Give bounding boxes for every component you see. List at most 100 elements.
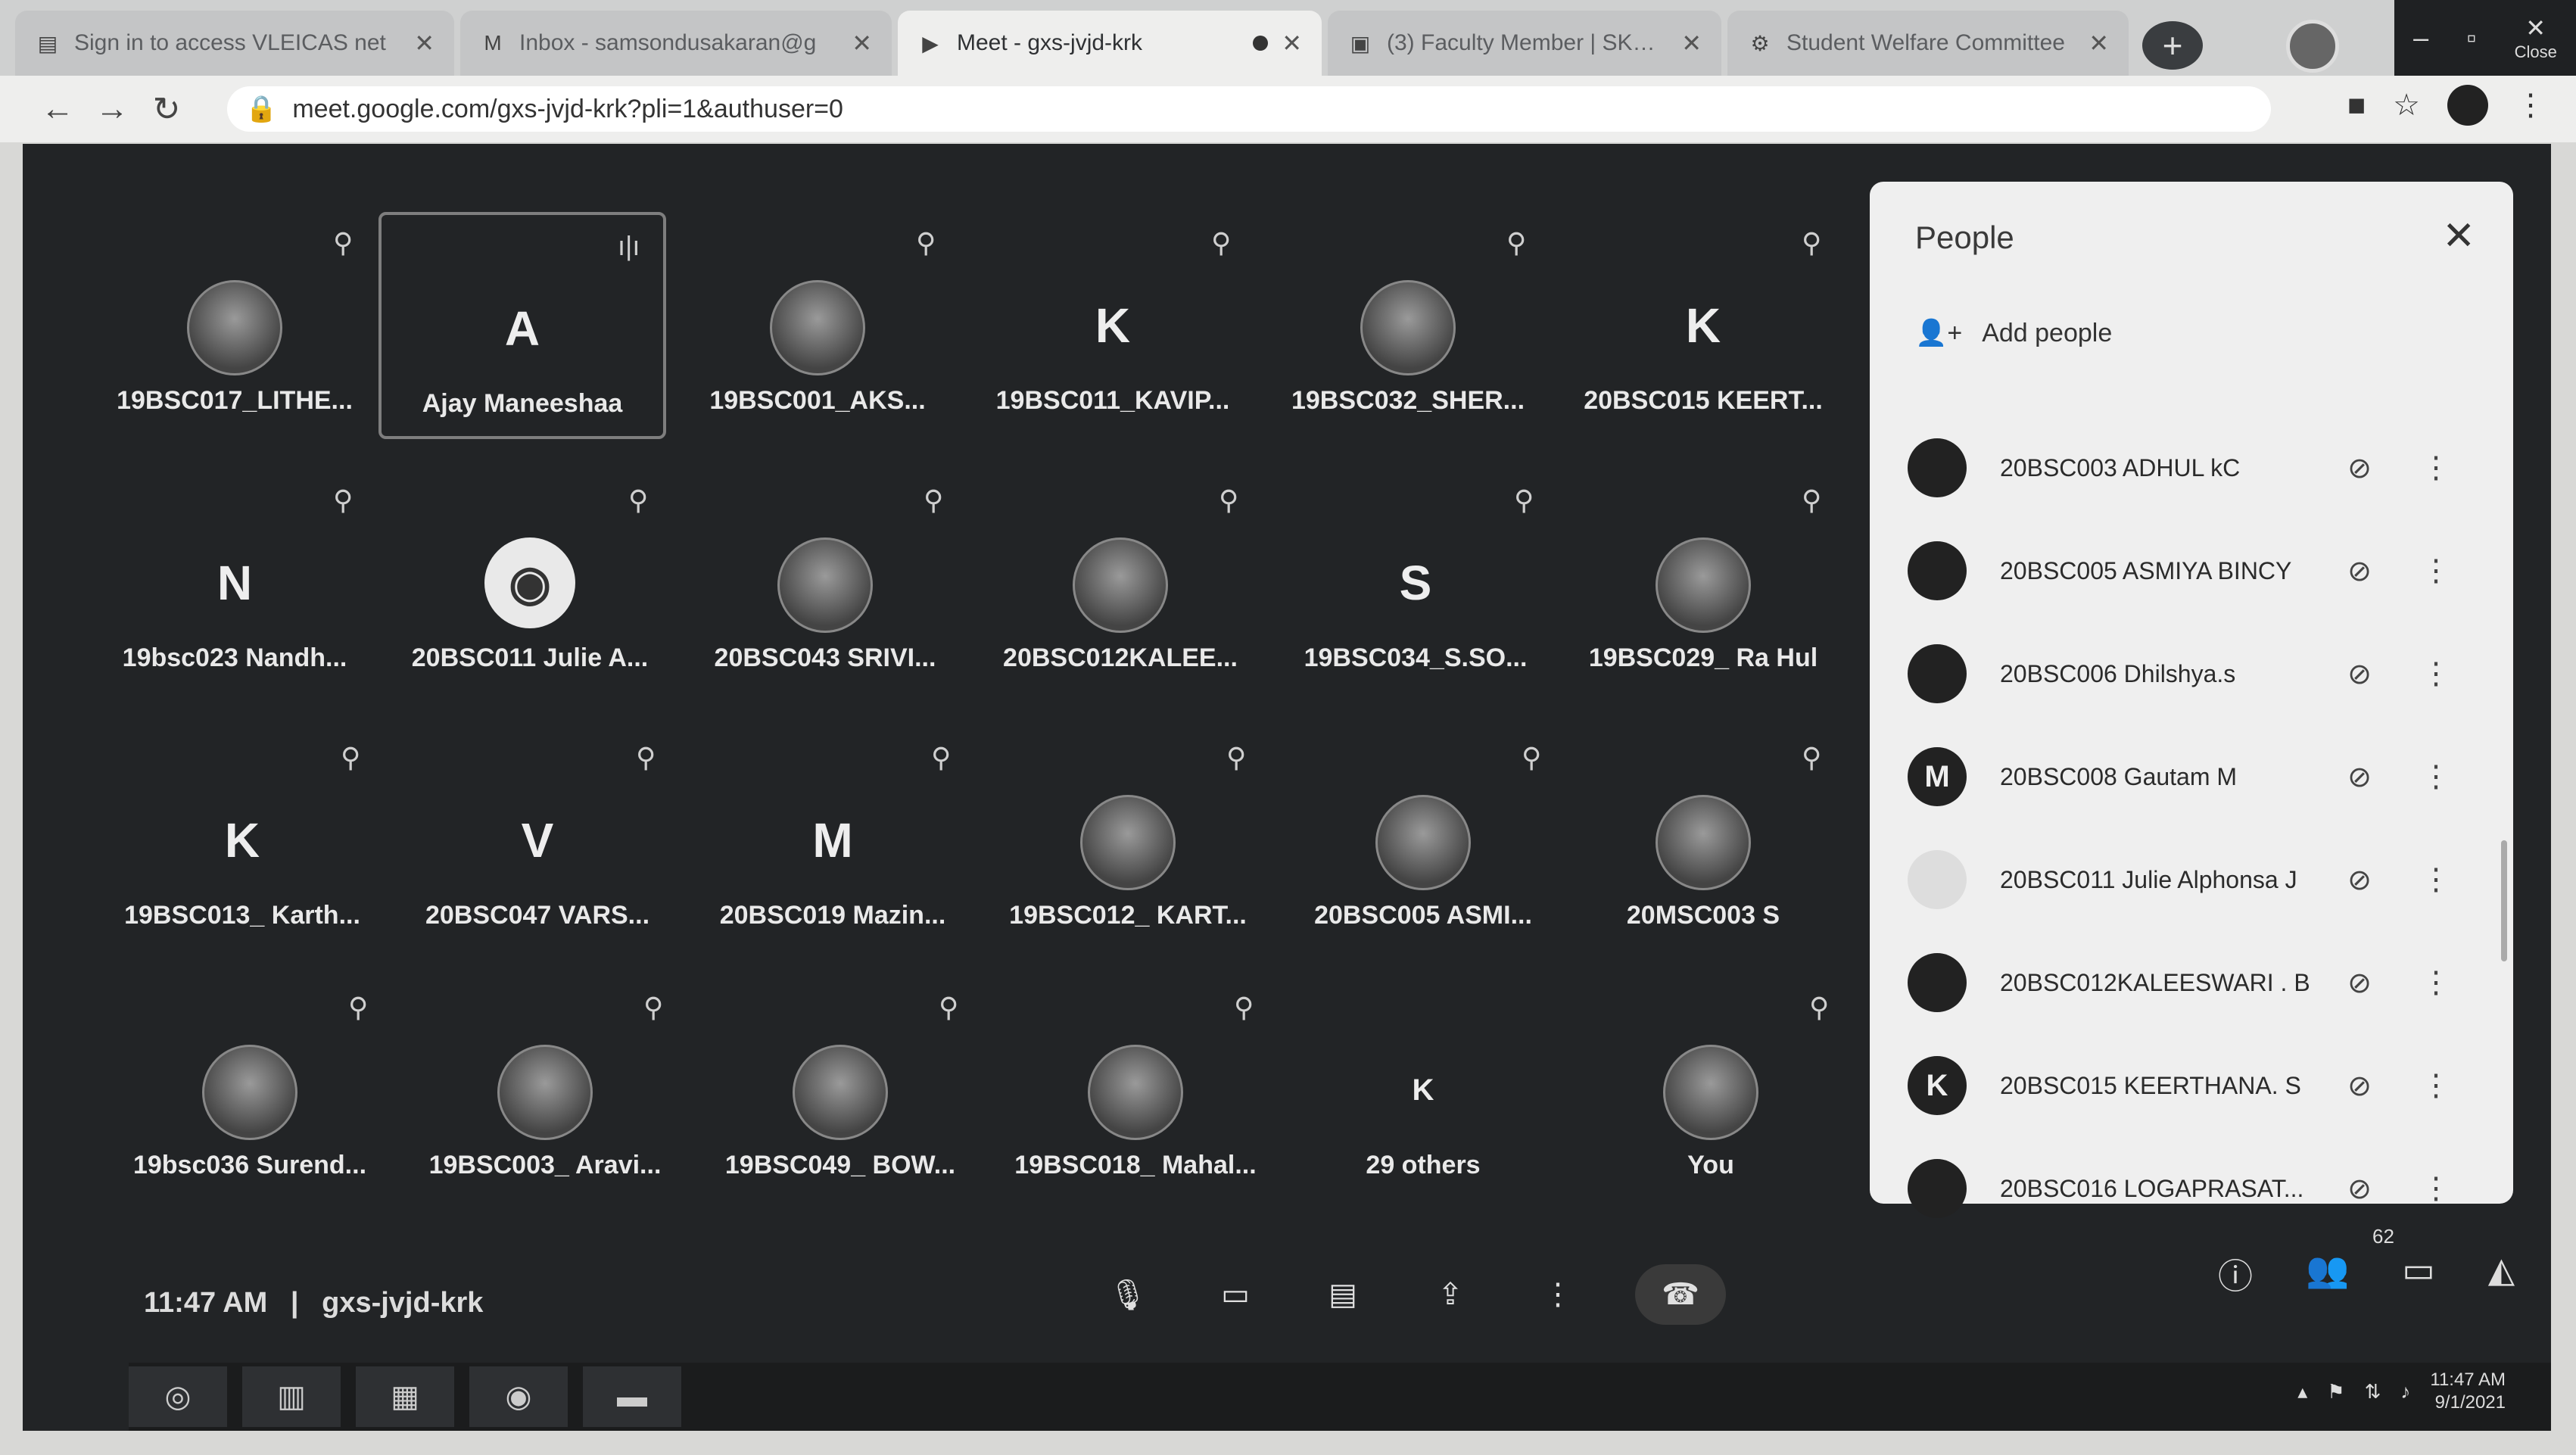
mic-muted-icon[interactable]: ⊘ — [2341, 760, 2378, 794]
minimize-icon[interactable]: – — [2413, 22, 2428, 54]
more-options-icon[interactable]: ⋮ — [2421, 450, 2451, 485]
toolbar-actions: ■ ☆ ⋮ — [2347, 85, 2546, 126]
folder-icon[interactable]: ▬ — [583, 1366, 681, 1427]
address-bar[interactable]: 🔒 meet.google.com/gxs-jvjd-krk?pli=1&aut… — [227, 86, 2271, 132]
close-window-icon[interactable]: ✕ Close — [2515, 14, 2557, 62]
participant-tile[interactable]: ⚲ N 19bsc023 Nandh... — [91, 469, 378, 696]
avatar — [1908, 850, 1967, 909]
menu-kebab-icon[interactable]: ⋮ — [2515, 88, 2546, 123]
participant-tile[interactable]: ⚲ V 20BSC047 VARS... — [394, 727, 681, 954]
participant-tile[interactable]: ⚲ K 19BSC013_ Karth... — [98, 727, 386, 954]
chrome-icon[interactable]: ◉ — [469, 1366, 568, 1427]
participant-tile[interactable]: ⚲ 19BSC018_ Mahal... — [992, 977, 1279, 1204]
calculator-icon[interactable]: ▦ — [356, 1366, 454, 1427]
mic-muted-icon[interactable]: ⊘ — [2341, 1069, 2378, 1103]
participant-tile[interactable]: ⚲ ◉ 20BSC011 Julie A... — [386, 469, 674, 696]
restore-icon[interactable]: ▫ — [2467, 22, 2477, 54]
camera-toggle-icon[interactable]: ▭ — [1205, 1264, 1266, 1325]
participant-tile[interactable]: ⚲ 20BSC012KALEE... — [977, 469, 1264, 696]
participant-row[interactable]: 20BSC011 Julie Alphonsa J ⊘ ⋮ — [1908, 828, 2483, 931]
file-explorer-icon[interactable]: ▥ — [242, 1366, 341, 1427]
participant-tile[interactable]: ⚲ 19BSC032_SHER... — [1264, 212, 1552, 439]
participant-row[interactable]: 20BSC006 Dhilshya.s ⊘ ⋮ — [1908, 622, 2483, 725]
tab-inbox[interactable]: M Inbox - samsondusakaran@g ✕ — [460, 11, 892, 76]
participant-tile[interactable]: ⚲ 19BSC017_LITHE... — [91, 212, 378, 439]
participant-tile[interactable]: ⚲ M 20BSC019 Mazin... — [689, 727, 977, 954]
activities-icon[interactable]: ◭ — [2488, 1249, 2515, 1299]
mic-muted-icon[interactable]: ⊘ — [2341, 657, 2378, 691]
more-options-icon[interactable]: ⋮ — [2421, 553, 2451, 588]
more-options-icon[interactable]: ⋮ — [2421, 862, 2451, 897]
mic-toggle-icon[interactable]: 🎙 — [1098, 1264, 1158, 1325]
participant-tile[interactable]: ⚲ 19BSC001_AKS... — [674, 212, 961, 439]
captions-icon[interactable]: ▤ — [1313, 1264, 1373, 1325]
volume-icon[interactable]: ♪ — [2400, 1380, 2410, 1404]
participant-tile[interactable]: ⚲ 19BSC049_ BOW... — [696, 977, 984, 1204]
more-options-icon[interactable]: ⋮ — [1528, 1264, 1588, 1325]
clock[interactable]: 11:47 AM 9/1/2021 — [2430, 1369, 2506, 1414]
profile-avatar[interactable] — [2286, 20, 2339, 73]
start-button[interactable]: ◎ — [129, 1366, 227, 1427]
clock-date: 9/1/2021 — [2434, 1392, 2506, 1413]
close-tab-icon[interactable]: ✕ — [414, 29, 435, 58]
tab-student-welfare[interactable]: ⚙ Student Welfare Committee ✕ — [1727, 11, 2129, 76]
back-arrow-icon[interactable]: ← — [30, 82, 85, 136]
participant-tile[interactable]: ⚲ 19bsc036 Surend... — [106, 977, 394, 1204]
mic-muted-icon[interactable]: ⊘ — [2341, 966, 2378, 1000]
participant-row[interactable]: 20BSC005 ASMIYA BINCY ⊘ ⋮ — [1908, 519, 2483, 622]
participant-tile[interactable]: ⚲ 19BSC003_ Aravi... — [401, 977, 689, 1204]
participant-tile[interactable]: ⚲ K 20BSC015 KEERT... — [1559, 212, 1847, 439]
close-tab-icon[interactable]: ✕ — [2089, 29, 2109, 58]
mic-muted-icon[interactable]: ⊘ — [2341, 451, 2378, 485]
bookmark-star-icon[interactable]: ☆ — [2393, 88, 2420, 123]
close-tab-icon[interactable]: ✕ — [1681, 29, 1702, 58]
camera-indicator-icon[interactable]: ■ — [2347, 89, 2366, 123]
close-icon[interactable]: ✕ — [2442, 213, 2475, 259]
others-tile[interactable]: K 29 others — [1279, 977, 1567, 1204]
network-icon[interactable]: ⇅ — [2365, 1380, 2381, 1404]
participant-tile[interactable]: ⚲ 20BSC043 SRIVI... — [681, 469, 969, 696]
tab-meet[interactable]: ▶ Meet - gxs-jvjd-krk ✕ — [898, 11, 1322, 76]
participant-row[interactable]: M 20BSC008 Gautam M ⊘ ⋮ — [1908, 725, 2483, 828]
participant-name: 19BSC001_AKS... — [709, 386, 926, 415]
forward-arrow-icon[interactable]: → — [85, 82, 139, 136]
gear-icon: ⚙ — [1750, 31, 1770, 55]
participant-tile[interactable]: ı|ı A Ajay Maneeshaa — [378, 212, 666, 439]
flag-icon[interactable]: ⚑ — [2327, 1380, 2344, 1404]
panel-scrollbar[interactable] — [2501, 840, 2507, 961]
mic-muted-icon[interactable]: ⊘ — [2341, 1172, 2378, 1206]
end-call-button[interactable]: ☎ — [1635, 1264, 1726, 1325]
mic-muted-icon[interactable]: ⊘ — [2341, 863, 2378, 897]
mic-muted-icon[interactable]: ⊘ — [2341, 554, 2378, 588]
avatar — [1908, 1159, 1967, 1218]
more-options-icon[interactable]: ⋮ — [2421, 656, 2451, 691]
participant-tile[interactable]: ⚲ 20BSC005 ASMI... — [1279, 727, 1567, 954]
tab-faculty[interactable]: ▣ (3) Faculty Member | SKYJET ✕ — [1328, 11, 1721, 76]
participant-row[interactable]: 20BSC016 LOGAPRASAT... ⊘ ⋮ — [1908, 1137, 2483, 1240]
add-people-button[interactable]: 👤+ Add people — [1915, 318, 2112, 348]
close-tab-icon[interactable]: ✕ — [852, 29, 872, 58]
chat-icon[interactable]: ▭ — [2402, 1249, 2434, 1299]
close-tab-icon[interactable]: ✕ — [1282, 29, 1302, 58]
participant-row[interactable]: K 20BSC015 KEERTHANA. S ⊘ ⋮ — [1908, 1034, 2483, 1137]
more-options-icon[interactable]: ⋮ — [2421, 1171, 2451, 1206]
profile-avatar[interactable] — [2447, 85, 2488, 126]
self-tile[interactable]: ⚲ You — [1567, 977, 1855, 1204]
more-options-icon[interactable]: ⋮ — [2421, 759, 2451, 794]
participant-row[interactable]: 20BSC003 ADHUL kC ⊘ ⋮ — [1908, 416, 2483, 519]
more-options-icon[interactable]: ⋮ — [2421, 1068, 2451, 1103]
new-tab-button[interactable]: + — [2142, 21, 2203, 70]
participant-row[interactable]: 20BSC012KALEESWARI . B ⊘ ⋮ — [1908, 931, 2483, 1034]
participant-tile[interactable]: ⚲ 19BSC012_ KART... — [984, 727, 1272, 954]
participant-tile[interactable]: ⚲ S 19BSC034_S.SO... — [1272, 469, 1559, 696]
participant-tile[interactable]: ⚲ 20MSC003 S — [1559, 727, 1847, 954]
reload-icon[interactable]: ↻ — [139, 82, 194, 136]
participant-tile[interactable]: ⚲ 19BSC029_ Ra Hul — [1559, 469, 1847, 696]
more-options-icon[interactable]: ⋮ — [2421, 965, 2451, 1000]
participant-tile[interactable]: ⚲ K 19BSC011_KAVIP... — [969, 212, 1257, 439]
tab-vleicas[interactable]: ▤ Sign in to access VLEICAS net ✕ — [15, 11, 454, 76]
meeting-info-icon[interactable]: ⓘ — [2218, 1249, 2253, 1299]
present-screen-icon[interactable]: ⇪ — [1420, 1264, 1481, 1325]
people-icon[interactable]: 👥 62 — [2306, 1225, 2394, 1299]
tray-arrow-icon[interactable]: ▴ — [2297, 1380, 2307, 1404]
